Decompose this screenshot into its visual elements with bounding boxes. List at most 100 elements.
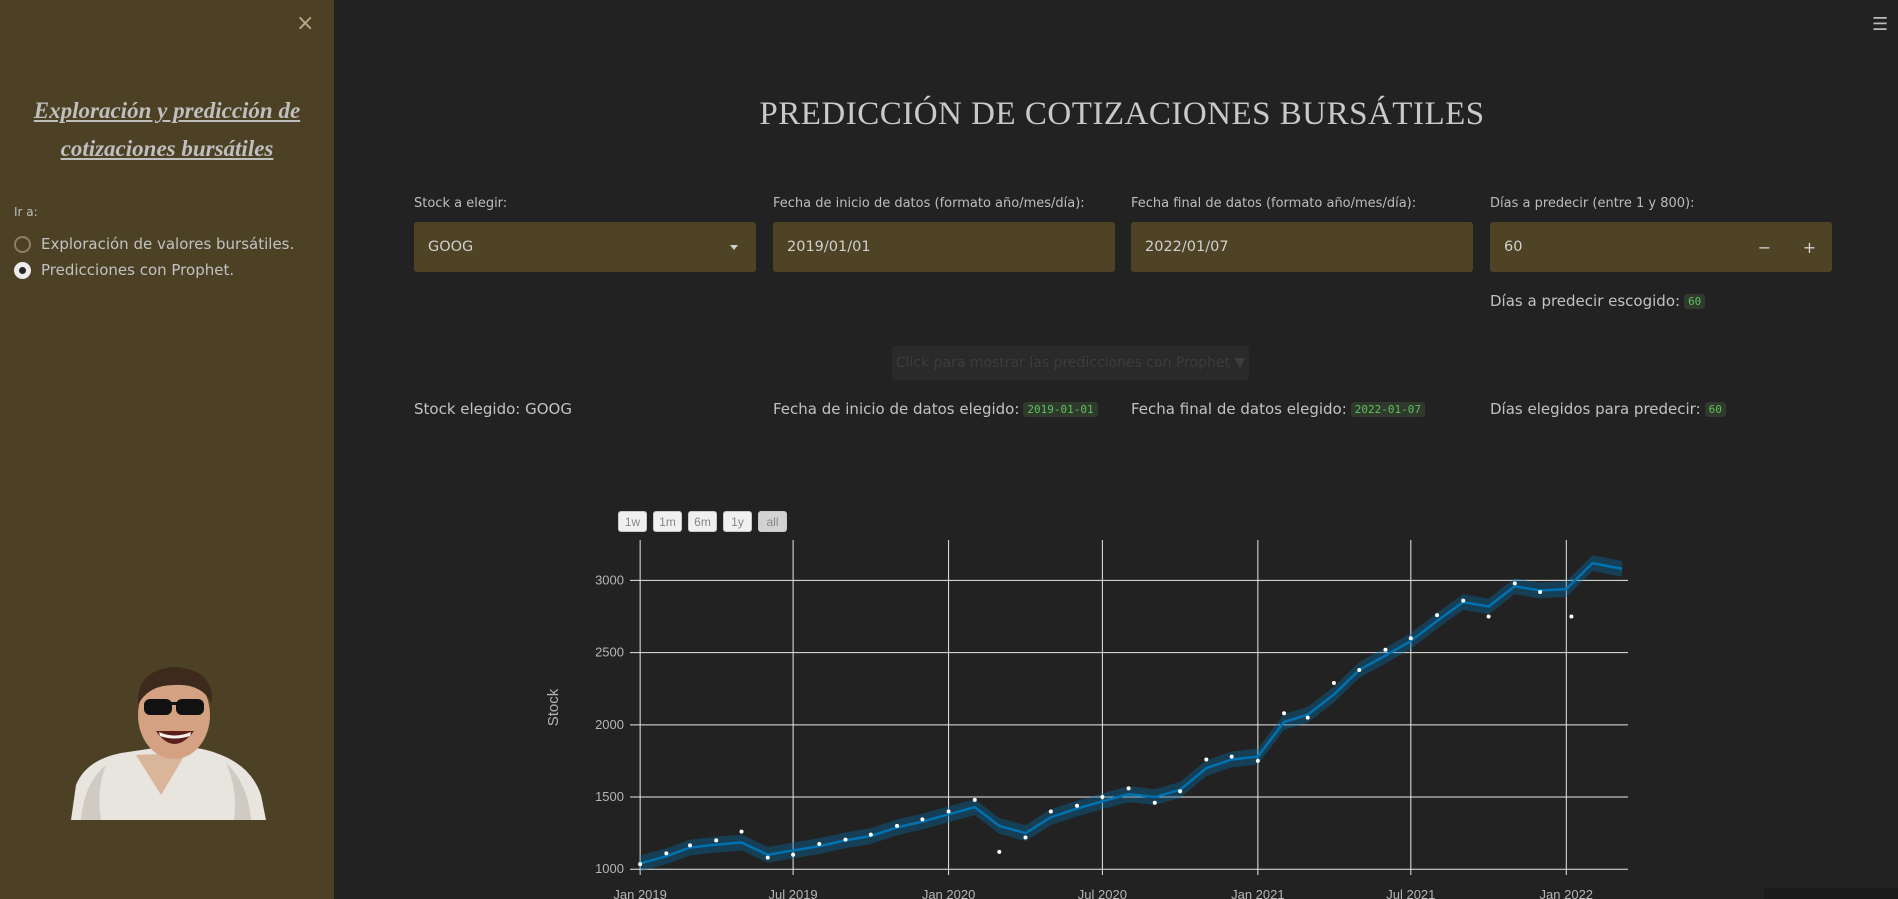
actual-data-point bbox=[920, 817, 925, 822]
start-date-label: Fecha de inicio de datos (formato año/me… bbox=[773, 196, 1085, 211]
actual-data-point bbox=[687, 843, 692, 848]
actual-data-point bbox=[1305, 715, 1310, 720]
actual-data-point bbox=[1408, 636, 1413, 641]
start-date-value: 2019/01/01 bbox=[787, 239, 871, 255]
y-axis-label: Stock bbox=[545, 688, 562, 726]
days-chosen-text: Días a predecir escogido: 60 bbox=[1490, 292, 1706, 310]
actual-data-point bbox=[1538, 589, 1543, 594]
radio-label: Exploración de valores bursátiles. bbox=[41, 235, 295, 253]
actual-data-point bbox=[1461, 598, 1466, 603]
end-date-label: Fecha final de datos (formato año/mes/dí… bbox=[1131, 196, 1417, 211]
actual-data-point bbox=[1331, 680, 1336, 685]
days-chosen-chip: 60 bbox=[1684, 294, 1706, 309]
stock-select-value: GOOG bbox=[428, 239, 474, 255]
stock-label: Stock a elegir: bbox=[414, 196, 508, 211]
days-number-input[interactable]: 60 − + bbox=[1490, 222, 1832, 272]
actual-data-point bbox=[1204, 757, 1209, 762]
x-tick-label: Jan 2021 bbox=[1231, 887, 1285, 899]
x-tick-label: Jan 2019 bbox=[613, 887, 667, 899]
x-tick-label: Jul 2020 bbox=[1078, 887, 1127, 899]
actual-data-point bbox=[1569, 614, 1574, 619]
radio-option-exploracion[interactable]: Exploración de valores bursátiles. bbox=[14, 235, 294, 253]
start-date-input[interactable]: 2019/01/01 bbox=[773, 222, 1115, 272]
info-stock: Stock elegido: GOOG bbox=[414, 400, 572, 418]
chevron-down-icon bbox=[730, 245, 738, 250]
bottom-corner-panel bbox=[1764, 888, 1898, 899]
x-tick-label: Jul 2019 bbox=[769, 887, 818, 899]
actual-data-point bbox=[1486, 614, 1491, 619]
range-button-6m[interactable]: 6m bbox=[688, 511, 717, 532]
actual-data-point bbox=[1100, 795, 1105, 800]
actual-data-point bbox=[1435, 613, 1440, 618]
info-start-label: Fecha de inicio de datos elegido: bbox=[773, 400, 1020, 418]
stock-select[interactable]: GOOG bbox=[414, 222, 756, 272]
actual-data-point bbox=[972, 797, 977, 802]
actual-data-point bbox=[868, 832, 873, 837]
increment-button[interactable]: + bbox=[1787, 222, 1832, 272]
y-tick-label: 1000 bbox=[595, 861, 624, 876]
radio-unchecked-icon bbox=[14, 235, 31, 253]
info-start-chip: 2019-01-01 bbox=[1023, 402, 1098, 417]
range-button-all[interactable]: all bbox=[758, 511, 787, 532]
y-tick-label: 3000 bbox=[595, 572, 624, 587]
x-tick-label: Jan 2020 bbox=[922, 887, 976, 899]
actual-data-point bbox=[1048, 809, 1053, 814]
x-tick-label: Jan 2022 bbox=[1540, 887, 1594, 899]
actual-data-point bbox=[1126, 786, 1131, 791]
close-icon[interactable]: × bbox=[296, 10, 314, 38]
info-days: Días elegidos para predecir: 60 bbox=[1490, 400, 1726, 418]
show-predictions-button[interactable]: Click para mostrar las predicciones con … bbox=[892, 346, 1249, 380]
range-button-1m[interactable]: 1m bbox=[653, 511, 682, 532]
range-button-1y[interactable]: 1y bbox=[723, 511, 752, 532]
page-title: PREDICCIÓN DE COTIZACIONES BURSÁTILES bbox=[759, 96, 1485, 132]
days-label: Días a predecir (entre 1 y 800): bbox=[1490, 196, 1695, 211]
actual-data-point bbox=[1383, 647, 1388, 652]
radio-option-predicciones[interactable]: Predicciones con Prophet. bbox=[14, 261, 234, 279]
y-tick-label: 1500 bbox=[595, 789, 624, 804]
actual-data-point bbox=[638, 862, 643, 867]
actual-data-point bbox=[946, 809, 951, 814]
actual-data-point bbox=[997, 849, 1002, 854]
forecast-uncertainty-band bbox=[640, 555, 1623, 872]
info-end-chip: 2022-01-07 bbox=[1350, 402, 1426, 417]
sidebar: × Exploración y predicción de cotizacion… bbox=[0, 0, 334, 899]
actual-data-point bbox=[1255, 758, 1260, 763]
actual-data-point bbox=[895, 823, 900, 828]
goto-label: Ir a: bbox=[14, 205, 38, 219]
decrement-button[interactable]: − bbox=[1742, 222, 1787, 272]
x-tick-label: Jul 2021 bbox=[1386, 887, 1435, 899]
actual-data-point bbox=[739, 829, 744, 834]
actual-data-point bbox=[1023, 835, 1028, 840]
info-start: Fecha de inicio de datos elegido: 2019-01… bbox=[773, 400, 1098, 418]
end-date-value: 2022/01/07 bbox=[1145, 239, 1229, 255]
days-chosen-label: Días a predecir escogido: bbox=[1490, 292, 1681, 310]
actual-data-point bbox=[791, 852, 796, 857]
actual-data-point bbox=[1152, 800, 1157, 805]
actual-data-point bbox=[664, 851, 669, 856]
actual-data-point bbox=[1178, 789, 1183, 794]
radio-label: Predicciones con Prophet. bbox=[41, 261, 235, 279]
days-value: 60 bbox=[1504, 239, 1523, 255]
actual-data-point bbox=[1229, 754, 1234, 759]
info-days-label: Días elegidos para predecir: bbox=[1490, 400, 1701, 418]
actual-data-point bbox=[843, 837, 848, 842]
stock-forecast-chart[interactable]: 1000 1500 2000 2500 3000 Jan 2019 Jul 2019 Jan … bbox=[540, 530, 1640, 899]
y-tick-label: 2500 bbox=[595, 645, 624, 660]
y-tick-label: 2000 bbox=[595, 717, 624, 732]
actual-data-point bbox=[765, 855, 770, 860]
end-date-input[interactable]: 2022/01/07 bbox=[1131, 222, 1473, 272]
portrait-image bbox=[71, 667, 266, 820]
actual-data-point bbox=[714, 838, 719, 843]
menu-icon[interactable]: ☰ bbox=[1872, 14, 1888, 35]
actual-data-point bbox=[817, 841, 822, 846]
info-days-chip: 60 bbox=[1704, 402, 1726, 417]
info-end-label: Fecha final de datos elegido: bbox=[1131, 400, 1347, 418]
actual-data-point bbox=[1282, 711, 1287, 716]
sidebar-title: Exploración y predicción de cotizaciones… bbox=[33, 98, 301, 161]
radio-checked-icon bbox=[14, 261, 31, 279]
actual-data-point bbox=[1512, 581, 1517, 586]
range-button-1w[interactable]: 1w bbox=[618, 511, 647, 532]
info-end: Fecha final de datos elegido: 2022-01-07 bbox=[1131, 400, 1426, 418]
actual-data-point bbox=[1357, 667, 1362, 672]
actual-data-point bbox=[1075, 803, 1080, 808]
